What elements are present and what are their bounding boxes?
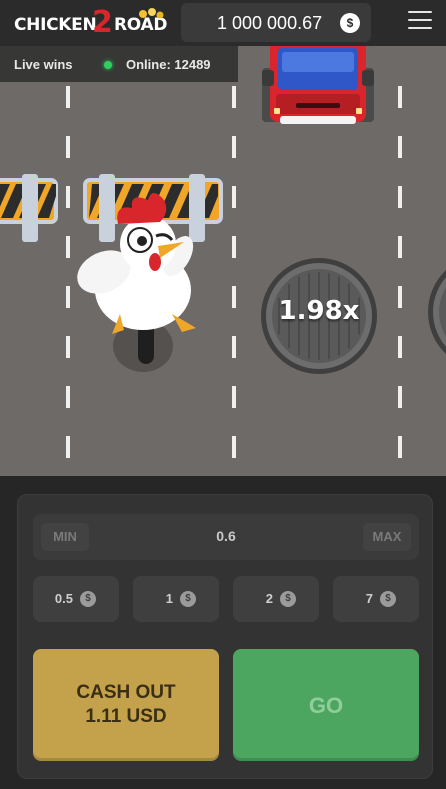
dollar-coin-icon: $ (180, 591, 196, 607)
lane-dash (66, 86, 70, 108)
road-canvas (0, 46, 446, 458)
logo-coins-icon (139, 8, 164, 19)
road-scene: 1.98x (0, 46, 446, 476)
cash-out-label: CASH OUT (76, 682, 176, 703)
lane-dash (398, 436, 402, 458)
live-wins-label[interactable]: Live wins (14, 57, 73, 72)
fire-truck (262, 46, 374, 124)
lane-dash (66, 286, 70, 308)
lane-dash (398, 386, 402, 408)
lane-dash (66, 386, 70, 408)
game-logo: CHICKEN 2 ROAD (14, 5, 174, 40)
go-label: GO (308, 693, 344, 718)
quick-bet-row: 0.5 $ 1 $ 2 $ 7 $ (33, 576, 419, 622)
lane-dash (398, 286, 402, 308)
manhole-cover-partial (428, 270, 446, 354)
lane-dash (66, 136, 70, 158)
online-count: Online: 12489 (126, 57, 211, 72)
lane-dash (398, 86, 402, 108)
lane-dash (232, 86, 236, 108)
lane-dash (66, 236, 70, 258)
lane-dash (66, 186, 70, 208)
lane-dash (66, 436, 70, 458)
barrier-left (0, 174, 58, 242)
quick-bet-label: 1 (165, 591, 173, 606)
dollar-icon: $ (340, 13, 360, 33)
lane-dash (398, 186, 402, 208)
lane-dash (232, 336, 236, 358)
lane-dash (232, 286, 236, 308)
quick-bet-button[interactable]: 0.5 $ (33, 576, 119, 622)
logo-word-chicken: CHICKEN (14, 15, 97, 35)
lane-dash (398, 136, 402, 158)
logo-number: 2 (92, 5, 113, 40)
balance-value: 1 000 000.67 (217, 13, 323, 33)
max-bet-button[interactable]: MAX (363, 523, 411, 551)
lane-dash (232, 236, 236, 258)
lane-dash (232, 136, 236, 158)
bet-amount-row: MIN 0.6 MAX (33, 514, 419, 560)
go-button[interactable]: GO (233, 649, 419, 761)
top-header: CHICKEN 2 ROAD 1 000 000.67 $ (0, 0, 446, 46)
quick-bet-button[interactable]: 2 $ (233, 576, 319, 622)
lane-dash (398, 336, 402, 358)
hamburger-menu-icon[interactable] (408, 11, 432, 33)
bet-control-panel: MIN 0.6 MAX 0.5 $ 1 $ 2 $ 7 $ CASH OUT 1… (17, 494, 433, 779)
bet-amount-input[interactable]: 0.6 (93, 528, 359, 544)
lane-dash (232, 386, 236, 408)
quick-bet-button[interactable]: 7 $ (333, 576, 419, 622)
quick-bet-button[interactable]: 1 $ (133, 576, 219, 622)
game-app: 1.98x CHICKEN 2 ROAD 1 000 000.67 $ Live… (0, 0, 446, 789)
online-indicator-icon (104, 61, 112, 69)
balance-display: 1 000 000.67 $ (181, 3, 371, 42)
min-bet-button[interactable]: MIN (41, 523, 89, 551)
cash-out-button[interactable]: CASH OUT 1.11 USD (33, 649, 219, 761)
lane-dash (66, 336, 70, 358)
live-status-bar: Live wins Online: 12489 (0, 46, 238, 82)
quick-bet-label: 2 (265, 591, 273, 606)
lane-dash (232, 436, 236, 458)
lane-dash (398, 236, 402, 258)
dollar-coin-icon: $ (380, 591, 396, 607)
dollar-coin-icon: $ (280, 591, 296, 607)
dollar-coin-icon: $ (80, 591, 96, 607)
quick-bet-label: 0.5 (54, 591, 73, 606)
quick-bet-label: 7 (365, 591, 373, 606)
lane-dash (232, 186, 236, 208)
cash-out-amount: 1.11 USD (85, 706, 167, 727)
multiplier-label[interactable]: 1.98x (262, 296, 376, 326)
